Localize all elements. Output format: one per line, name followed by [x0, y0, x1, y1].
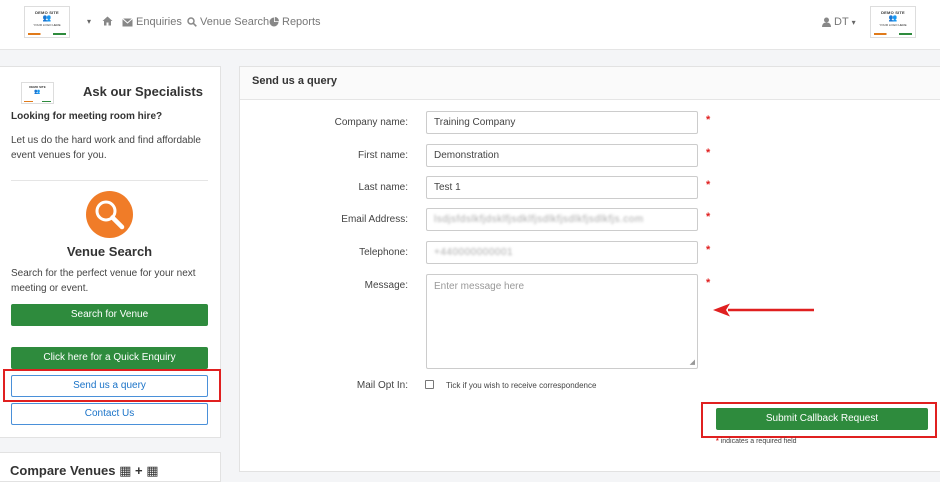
email-label: Email Address:	[341, 214, 408, 225]
first-name-field[interactable]: Demonstration	[426, 144, 698, 167]
required-marker: *	[706, 179, 711, 191]
required-field-note: * indicates a required field	[716, 438, 797, 445]
contact-us-button[interactable]: Contact Us	[11, 403, 208, 425]
nav-reports-label: Reports	[282, 16, 321, 28]
compare-venues-card: Compare Venues ▦ + ▦	[0, 452, 221, 482]
required-marker: *	[706, 114, 711, 126]
client-logo: DEMO SITE 👥 YOUR LOGO HERE	[870, 6, 916, 38]
client-logo-tagline: YOUR LOGO HERE	[879, 23, 907, 27]
user-icon	[822, 17, 831, 27]
message-textarea[interactable]: Enter message here ◢	[426, 274, 698, 369]
quick-enquiry-button[interactable]: Click here for a Quick Enquiry	[11, 347, 208, 369]
mail-opt-in-checkbox[interactable]	[425, 380, 434, 389]
pie-chart-icon	[269, 17, 279, 27]
required-star: *	[716, 438, 719, 445]
required-marker: *	[706, 211, 711, 223]
telephone-value-blurred: +440000000001	[434, 247, 514, 258]
search-for-venue-button[interactable]: Search for Venue	[11, 304, 208, 326]
people-icon: 👥	[34, 89, 41, 95]
logo-dropdown-caret-icon[interactable]: ▾	[87, 17, 91, 26]
nav-home[interactable]	[102, 16, 113, 26]
company-name-field[interactable]: Training Company	[426, 111, 698, 134]
first-name-label: First name:	[357, 150, 408, 161]
sidebar-logo: DEMO SITE 👥	[21, 82, 54, 104]
sidebar-heading: Ask our Specialists	[83, 84, 203, 99]
magnifier-icon	[86, 191, 133, 238]
email-value-blurred: lsdjsfdslkfjdsklfjsdklfjsdlkfjsdlkfjsdlk…	[434, 214, 644, 225]
search-icon	[187, 17, 197, 27]
mail-opt-in-text: Tick if you wish to receive corresponden…	[446, 381, 597, 390]
user-caret-icon: ▾	[851, 17, 856, 27]
message-label: Message:	[364, 280, 408, 291]
nav-enquiries-label: Enquiries	[136, 16, 182, 28]
last-name-label: Last name:	[358, 182, 408, 193]
user-menu[interactable]: DT ▾	[822, 16, 856, 28]
nav-venue-search[interactable]: Venue Search	[187, 16, 269, 28]
company-name-label: Company name:	[334, 117, 408, 128]
red-arrow-annotation	[713, 303, 814, 317]
sidebar-subheading: Looking for meeting room hire?	[11, 111, 163, 122]
logo-stripe	[24, 101, 51, 102]
resize-handle-icon[interactable]: ◢	[690, 358, 695, 366]
email-field[interactable]: lsdjsfdslkfjdsklfjsdklfjsdlkfjsdlkfjsdlk…	[426, 208, 698, 231]
required-note-text: indicates a required field	[720, 438, 797, 445]
logo-tagline: YOUR LOGO HERE	[33, 23, 61, 27]
last-name-field[interactable]: Test 1	[426, 176, 698, 199]
form-title: Send us a query	[252, 75, 337, 87]
sidebar-description: Let us do the hard work and find afforda…	[11, 135, 201, 161]
top-navbar: DEMO SITE 👥 YOUR LOGO HERE ▾ Enquiries V…	[0, 0, 940, 50]
logo-stripe	[28, 33, 66, 35]
send-query-highlight-box	[3, 369, 221, 402]
telephone-field[interactable]: +440000000001	[426, 241, 698, 264]
compare-venues-label: Compare Venues	[10, 463, 116, 478]
nav-enquiries[interactable]: Enquiries	[122, 16, 182, 28]
nav-venue-search-label: Venue Search	[200, 16, 270, 28]
site-logo[interactable]: DEMO SITE 👥 YOUR LOGO HERE	[24, 6, 70, 38]
logo-stripe	[874, 33, 912, 35]
submit-highlight-box	[701, 402, 937, 438]
message-placeholder: Enter message here	[434, 281, 525, 292]
user-initials: DT	[834, 16, 849, 28]
building-icon: ▦ + ▦	[119, 463, 159, 478]
required-marker: *	[706, 244, 711, 256]
envelope-icon	[122, 17, 133, 26]
sidebar-divider	[11, 180, 208, 181]
venue-search-title: Venue Search	[66, 244, 153, 259]
compare-venues-heading: Compare Venues ▦ + ▦	[10, 463, 159, 479]
home-icon	[102, 16, 113, 26]
required-marker: *	[706, 147, 711, 159]
people-icon: 👥	[888, 15, 898, 22]
venue-search-description: Search for the perfect venue for your ne…	[11, 268, 196, 294]
people-icon: 👥	[42, 15, 52, 22]
mail-opt-in-label: Mail Opt In:	[356, 380, 408, 391]
required-marker: *	[706, 277, 711, 289]
nav-reports[interactable]: Reports	[269, 16, 321, 28]
form-header: Send us a query	[240, 67, 940, 100]
telephone-label: Telephone:	[359, 247, 408, 258]
